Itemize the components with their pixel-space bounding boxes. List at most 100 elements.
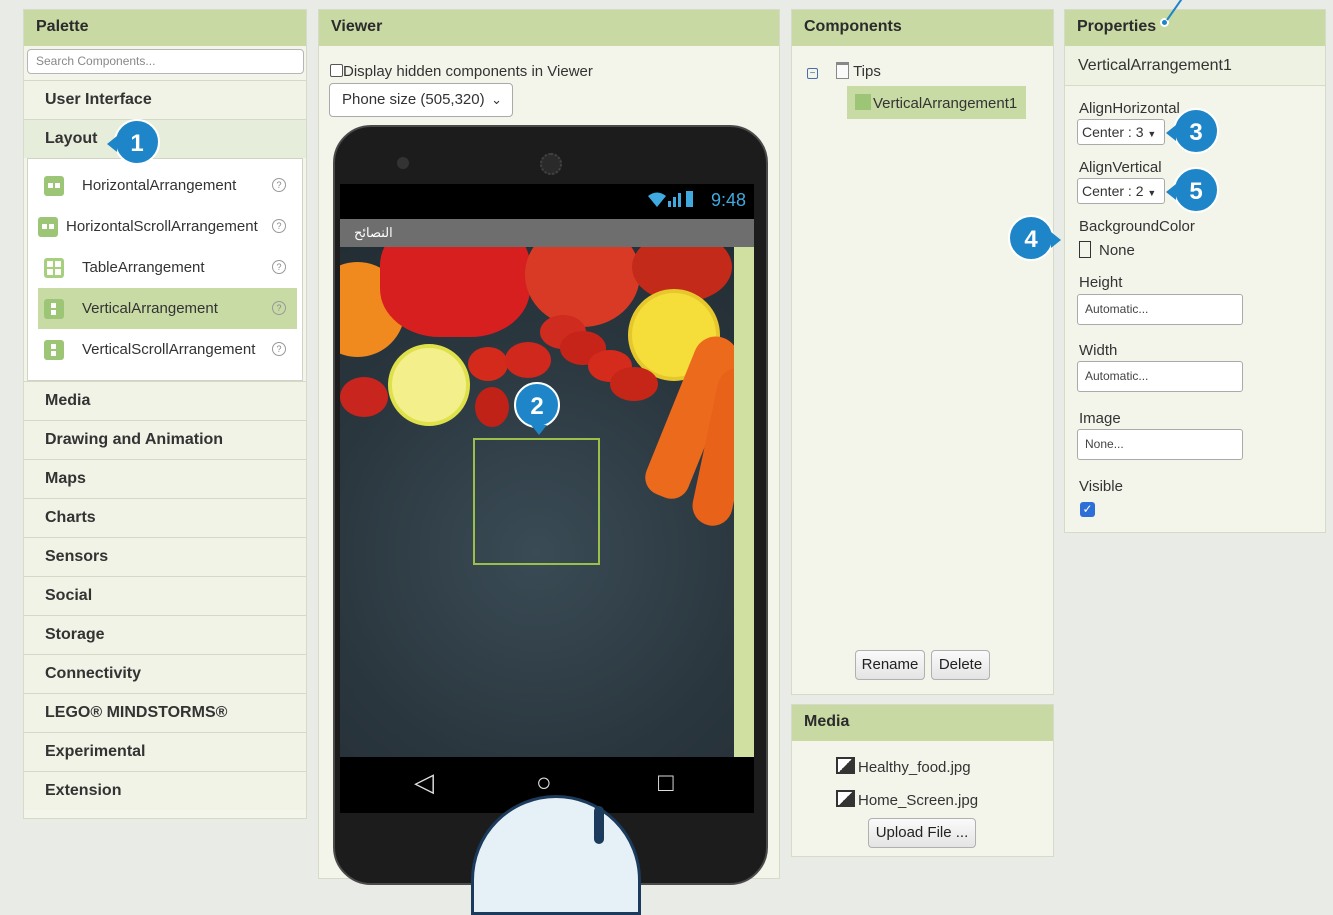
components-header: Components — [792, 10, 1053, 46]
help-icon[interactable]: ? — [272, 342, 286, 356]
apple-image — [525, 247, 640, 327]
category-media[interactable]: Media — [24, 381, 306, 420]
media-file-name: Home_Screen.jpg — [858, 792, 979, 809]
tomato-image — [505, 342, 551, 378]
color-swatch-icon — [1079, 241, 1091, 258]
lemon-image — [388, 344, 470, 426]
help-icon[interactable]: ? — [272, 260, 286, 274]
category-sensors[interactable]: Sensors — [24, 537, 306, 576]
list-item-vertical-scroll-arrangement[interactable]: VerticalScrollArrangement ? — [28, 329, 302, 370]
category-storage[interactable]: Storage — [24, 615, 306, 654]
properties-panel: Properties VerticalArrangement1 AlignHor… — [1064, 9, 1326, 533]
background-color-picker[interactable]: None — [1079, 241, 1135, 259]
vertical-arrangement-box[interactable] — [473, 438, 600, 565]
rename-button[interactable]: Rename — [855, 650, 925, 680]
list-item-table-arrangement[interactable]: TableArrangement ? — [28, 247, 302, 288]
help-icon[interactable]: ? — [272, 301, 286, 315]
search-components-input[interactable]: Search Components... — [27, 49, 304, 74]
align-horizontal-select[interactable]: Center : 3 ▼ — [1077, 119, 1166, 145]
tomato-image — [340, 377, 388, 417]
selected-component-name: VerticalArrangement1 — [1065, 46, 1325, 86]
camera-icon — [397, 157, 409, 169]
properties-header: Properties — [1065, 10, 1325, 46]
category-user-interface[interactable]: User Interface — [24, 80, 306, 119]
status-time: 9:48 — [710, 190, 746, 210]
background-color-label: BackgroundColor — [1079, 218, 1195, 235]
component-label: VerticalArrangement — [82, 300, 218, 317]
palette-panel: Palette Search Components... User Interf… — [23, 9, 307, 819]
horizontal-arrangement-icon — [44, 175, 64, 196]
category-lego-mindstorms[interactable]: LEGO® MINDSTORMS® — [24, 693, 306, 732]
component-label: HorizontalScrollArrangement — [66, 218, 258, 235]
component-tree-root[interactable]: − Tips — [807, 62, 881, 80]
media-header: Media — [792, 705, 1053, 741]
callout-2: 2 — [514, 382, 560, 435]
list-item-horizontal-arrangement[interactable]: HorizontalArrangement ? — [28, 165, 302, 206]
height-label: Height — [1079, 274, 1123, 291]
media-file-name: Healthy_food.jpg — [858, 759, 971, 776]
vertical-arrangement-icon — [44, 298, 64, 319]
display-hidden-checkbox[interactable] — [330, 64, 343, 77]
media-file-item[interactable]: Healthy_food.jpg — [836, 757, 971, 776]
table-arrangement-icon — [44, 257, 64, 278]
image-field[interactable]: None... — [1077, 429, 1243, 460]
help-icon[interactable]: ? — [272, 178, 286, 192]
category-extension[interactable]: Extension — [24, 771, 306, 810]
vertical-arrangement-icon — [855, 94, 871, 110]
back-icon[interactable]: ◁ — [414, 767, 434, 798]
display-hidden-option[interactable]: Display hidden components in Viewer — [330, 63, 593, 80]
image-file-icon — [836, 757, 855, 774]
align-vertical-value: Center : 2 — [1082, 183, 1144, 199]
pepper-image — [380, 247, 530, 337]
callout-5: 5 — [1166, 167, 1219, 213]
image-file-icon — [836, 790, 855, 807]
callout-4: 4 — [1008, 215, 1061, 261]
category-layout[interactable]: Layout — [24, 119, 306, 158]
visible-checkbox[interactable]: ✓ — [1080, 502, 1095, 517]
phone-size-select[interactable]: Phone size (505,320) ⌄ — [329, 83, 513, 117]
caret-down-icon: ▼ — [1147, 129, 1157, 139]
media-file-item[interactable]: Home_Screen.jpg — [836, 790, 978, 809]
delete-button[interactable]: Delete — [931, 650, 990, 680]
recent-apps-icon[interactable]: □ — [658, 767, 674, 798]
phone-size-value: Phone size (505,320) — [342, 91, 485, 108]
category-drawing-and-animation[interactable]: Drawing and Animation — [24, 420, 306, 459]
image-label: Image — [1079, 410, 1121, 427]
align-vertical-label: AlignVertical — [1079, 159, 1162, 176]
tomato-image — [468, 347, 508, 381]
cursor-icon — [594, 806, 604, 844]
component-label: VerticalScrollArrangement — [82, 341, 256, 358]
align-vertical-select[interactable]: Center : 2 ▼ — [1077, 178, 1166, 204]
status-bar: 9:48 — [340, 184, 754, 219]
collapse-icon[interactable]: − — [807, 68, 818, 79]
help-icon[interactable]: ? — [272, 219, 286, 233]
horizontal-scroll-arrangement-icon — [38, 216, 58, 237]
category-experimental[interactable]: Experimental — [24, 732, 306, 771]
tree-node-label: VerticalArrangement1 — [873, 95, 1018, 112]
tomato-image — [475, 387, 509, 427]
background-color-value: None — [1099, 242, 1135, 259]
width-label: Width — [1079, 342, 1118, 359]
category-charts[interactable]: Charts — [24, 498, 306, 537]
screen-side-strip — [734, 247, 754, 757]
display-hidden-label: Display hidden components in Viewer — [343, 63, 593, 80]
upload-file-button[interactable]: Upload File ... — [868, 818, 976, 848]
category-maps[interactable]: Maps — [24, 459, 306, 498]
signal-battery-icon — [646, 189, 694, 214]
width-field[interactable]: Automatic... — [1077, 361, 1243, 392]
callout-1: 1 — [107, 119, 160, 165]
palette-header: Palette — [24, 10, 306, 46]
tree-node-vertical-arrangement[interactable]: VerticalArrangement1 — [847, 86, 1026, 119]
tomato-image — [610, 367, 658, 401]
vertical-scroll-arrangement-icon — [44, 339, 64, 360]
home-icon[interactable]: ○ — [536, 767, 552, 798]
app-title-bar: النصائح — [340, 219, 754, 247]
list-item-horizontal-scroll-arrangement[interactable]: HorizontalScrollArrangement ? — [28, 206, 302, 247]
align-horizontal-value: Center : 3 — [1082, 124, 1144, 140]
category-social[interactable]: Social — [24, 576, 306, 615]
list-item-vertical-arrangement[interactable]: VerticalArrangement ? — [38, 288, 297, 329]
height-field[interactable]: Automatic... — [1077, 294, 1243, 325]
caret-down-icon: ▼ — [1147, 188, 1157, 198]
chevron-down-icon: ⌄ — [491, 92, 502, 107]
category-connectivity[interactable]: Connectivity — [24, 654, 306, 693]
